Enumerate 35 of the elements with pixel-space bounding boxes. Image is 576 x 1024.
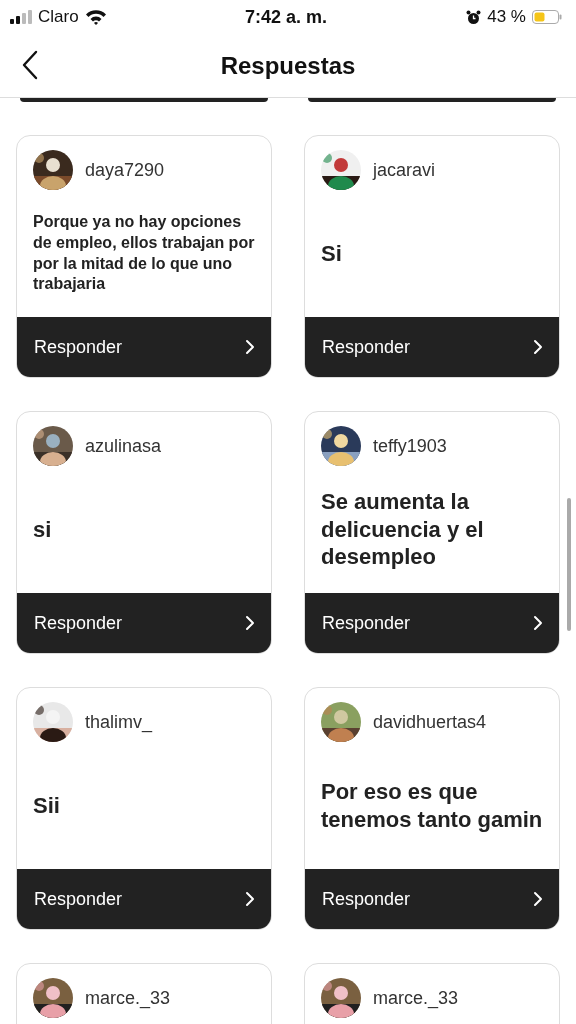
username[interactable]: daya7290 <box>85 159 165 181</box>
username[interactable]: thalimv_ <box>85 711 153 733</box>
username[interactable]: teffy1903 <box>373 435 447 457</box>
battery-icon <box>532 10 562 24</box>
reply-button[interactable]: Responder <box>305 593 559 653</box>
chevron-right-icon <box>533 891 543 907</box>
chevron-right-icon <box>245 339 255 355</box>
chevron-right-icon <box>533 615 543 631</box>
username[interactable]: marce._33 <box>85 987 171 1009</box>
battery-percent: 43 % <box>487 7 526 27</box>
clock-time: 7:42 a. m. <box>244 6 327 28</box>
reply-text: Por eso es que tenemos tanto gamin <box>321 778 543 833</box>
reply-text: Sii <box>33 791 60 820</box>
reply-button[interactable]: Responder <box>17 593 271 653</box>
chevron-right-icon <box>245 615 255 631</box>
username[interactable]: jacaravi <box>373 159 436 181</box>
chevron-right-icon <box>245 891 255 907</box>
reply-text: Porque ya no hay opciones de empleo, ellos trabajan por por la mitad de lo que uno trabajaria <box>33 211 255 295</box>
username[interactable]: marce._33 <box>373 987 459 1009</box>
reply-button[interactable]: Responder <box>17 317 271 377</box>
alarm-clock-icon <box>466 9 482 25</box>
reply-button[interactable]: Responder <box>305 869 559 929</box>
page-title: Respuestas <box>220 51 356 80</box>
wifi-icon <box>84 9 107 25</box>
reply-text: si <box>33 515 52 544</box>
back-button[interactable] <box>20 48 40 82</box>
carrier-name: Claro <box>38 7 79 27</box>
username[interactable]: azulinasa <box>85 435 162 457</box>
username[interactable]: davidhuertas4 <box>373 711 487 733</box>
chevron-right-icon <box>533 339 543 355</box>
reply-button[interactable]: Responder <box>305 317 559 377</box>
reply-button[interactable]: Responder <box>17 869 271 929</box>
signal-icon <box>10 10 32 24</box>
reply-text: Si <box>321 239 342 268</box>
reply-text: Se aumenta la delicuencia y el desempleo <box>321 488 485 571</box>
